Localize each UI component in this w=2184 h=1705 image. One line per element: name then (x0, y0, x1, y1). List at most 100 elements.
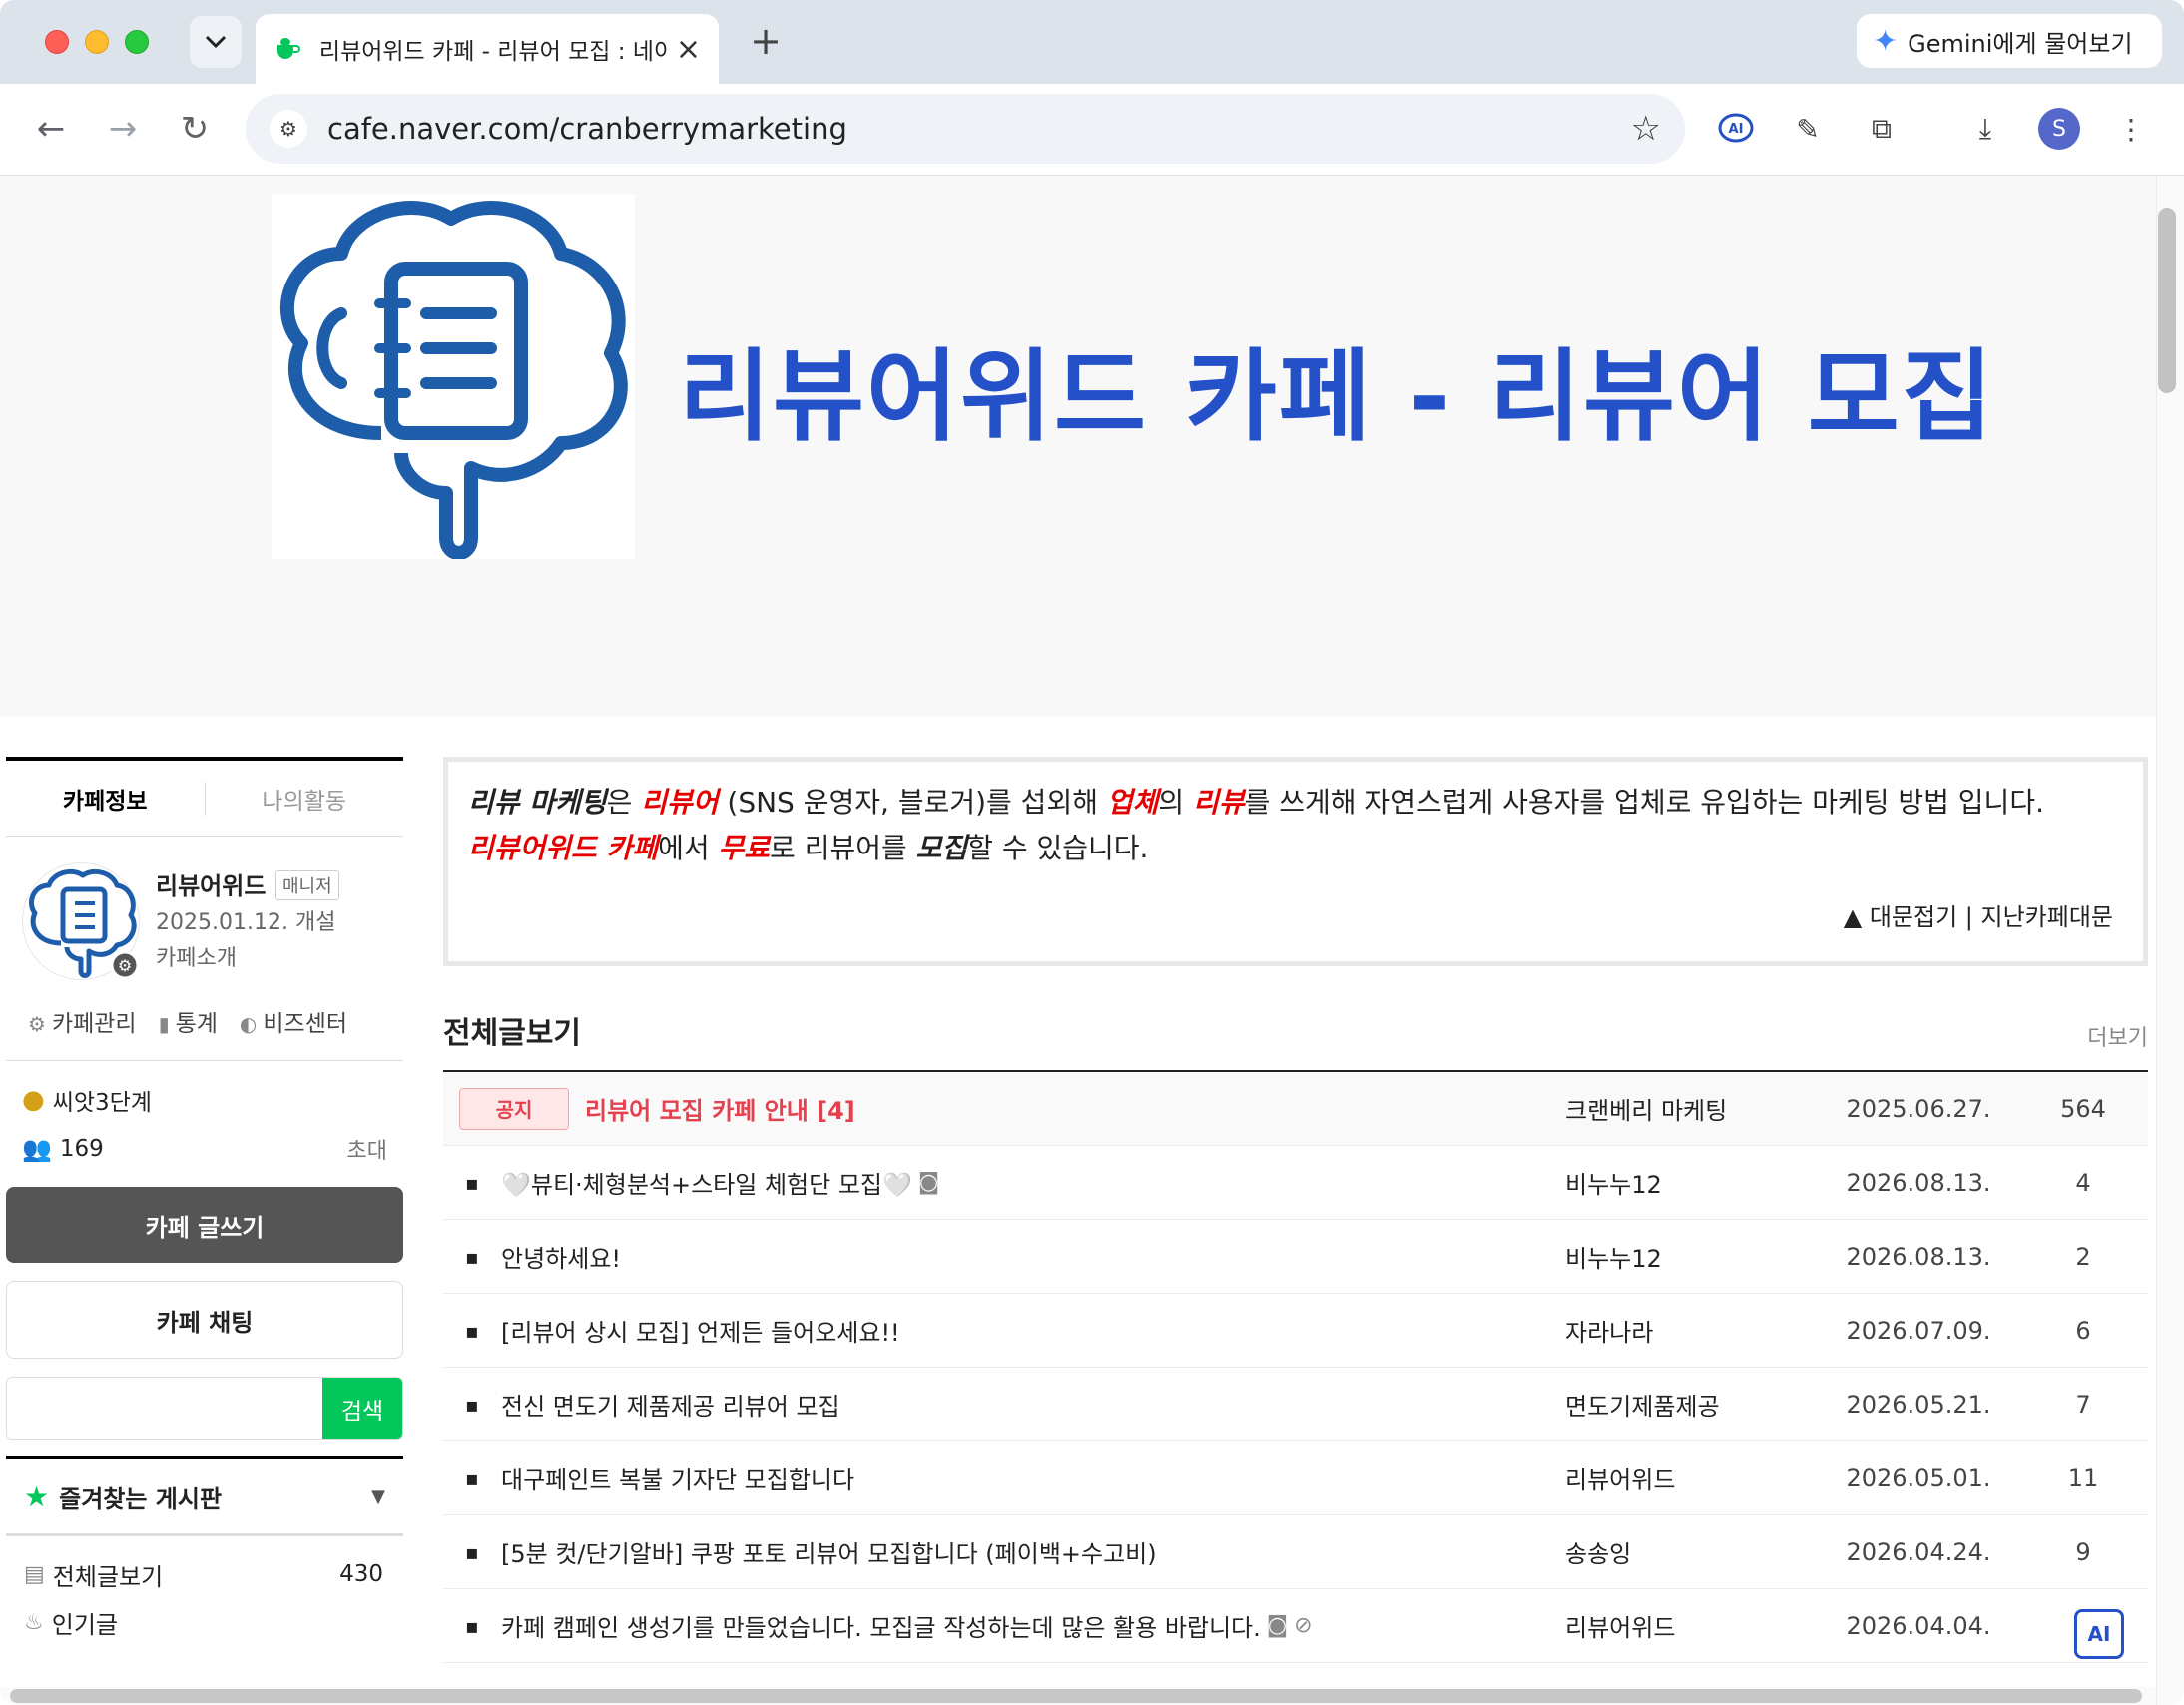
notice-highlight: 리뷰 (1193, 786, 1245, 819)
notice-highlight: 업체 (1106, 786, 1159, 819)
search-button[interactable]: 검색 (322, 1378, 402, 1439)
cafe-search: 검색 (6, 1377, 403, 1440)
bullet: ▪ (465, 1244, 479, 1269)
active-tab[interactable]: 리뷰어위드 카페 - 리뷰어 모집 : 네이버 카페 × (256, 14, 719, 84)
download-icon[interactable]: ⤓ (1962, 106, 2008, 152)
more-link[interactable]: 더보기 (2087, 1020, 2148, 1052)
stats-link[interactable]: ▮ 통계 (159, 1004, 218, 1038)
list-title[interactable]: 전체글보기 (443, 1008, 581, 1052)
board-name: 인기글 (51, 1610, 118, 1639)
notice-badge: 공지 (459, 1087, 569, 1130)
notice-line-1: 리뷰 마케팅은 리뷰어 (SNS 운영자, 블로거)를 섭외해 업체의 리뷰를 … (468, 780, 2123, 826)
gemini-button[interactable]: ✦ Gemini에게 물어보기 (1857, 14, 2162, 68)
cafe-front-notice: 리뷰 마케팅은 리뷰어 (SNS 운영자, 블로거)를 섭외해 업체의 리뷰를 … (443, 757, 2148, 966)
tab-my-activity[interactable]: 나의활동 (204, 781, 404, 816)
cafe-manage-label: 카페관리 (51, 1011, 137, 1037)
article-title[interactable]: 카페 캠페인 생성기를 만들었습니다. 모집글 작성하는데 많은 활용 바랍니다… (501, 1608, 1261, 1643)
seed-level-icon: ● (22, 1085, 45, 1115)
minimize-window-button[interactable] (85, 30, 109, 54)
ai-extension-icon[interactable]: AI (1713, 106, 1759, 152)
back-arrow-icon[interactable]: ← (26, 104, 76, 154)
vertical-scroll-thumb[interactable] (2158, 208, 2176, 393)
banner-title: 리뷰어위드 카페 - 리뷰어 모집 (679, 338, 1995, 455)
browser-toolbar: ← → ↻ ⚙ cafe.naver.com/cranberrymarketin… (0, 84, 2184, 176)
sidebar-tabs: 카페정보 나의활동 (6, 757, 403, 837)
article-author[interactable]: 리뷰어위드 (1559, 1608, 1819, 1643)
caret-down-icon[interactable]: ▼ (371, 1486, 385, 1507)
cafe-write-button[interactable]: 카페 글쓰기 (6, 1187, 403, 1263)
article-title[interactable]: [리뷰어 상시 모집] 언제든 들어오세요!! (501, 1313, 900, 1348)
cafe-level[interactable]: 씨앗3단계 (53, 1083, 152, 1117)
board-item-popular[interactable]: ♨ 인기글 (6, 1598, 403, 1646)
document-icon: ▤ (24, 1561, 45, 1587)
extensions-puzzle-icon[interactable]: ⧉ (1859, 106, 1905, 152)
article-author[interactable]: 리뷰어위드 (1559, 1460, 1819, 1495)
cafe-profile: ⚙ 리뷰어위드 매니저 2025.01.12. 개설 카페소개 (6, 862, 403, 982)
table-row: 공지 리뷰어 모집 카페 안내 [4] 크랜베리 마케팅 2025.06.27. … (443, 1072, 2148, 1146)
image-icon: ◙ (917, 1170, 940, 1195)
new-tab-button[interactable]: + (743, 18, 789, 64)
article-title[interactable]: 대구페인트 복불 기자단 모집합니다 (501, 1460, 854, 1495)
close-window-button[interactable] (45, 30, 69, 54)
cafe-chat-button[interactable]: 카페 채팅 (6, 1281, 403, 1359)
article-date: 2026.05.01. (1846, 1463, 1991, 1492)
tab-cafe-info[interactable]: 카페정보 (6, 782, 205, 816)
fold-front-link[interactable]: ▲ 대문접기 | 지난카페대문 (1844, 897, 2113, 932)
tab-search-button[interactable] (190, 16, 242, 68)
more-menu-icon[interactable]: ⋮ (2108, 106, 2154, 152)
gear-icon: ⚙ (28, 1012, 46, 1036)
member-count[interactable]: 169 (60, 1136, 104, 1162)
notice-line-2: 리뷰어위드 카페에서 무료로 리뷰어를 모집할 수 있습니다. (468, 826, 2123, 871)
article-title[interactable]: [5분 컷/단기알바] 쿠팡 포토 리뷰어 모집합니다 (페이백+수고비) (501, 1534, 1157, 1569)
board-item-all[interactable]: ▤ 전체글보기 430 (6, 1550, 403, 1598)
vertical-scrollbar[interactable] (2156, 176, 2184, 1705)
maximize-window-button[interactable] (125, 30, 149, 54)
cafe-intro-link[interactable]: 카페소개 (156, 940, 237, 972)
article-author[interactable]: 비누누12 (1559, 1239, 1819, 1274)
article-author[interactable]: 비누누12 (1559, 1165, 1819, 1200)
cafe-search-input[interactable] (7, 1378, 322, 1439)
cafe-thumbnail[interactable]: ⚙ (22, 862, 140, 980)
reload-icon[interactable]: ↻ (170, 104, 220, 154)
notice-highlight: 리뷰어 (641, 786, 719, 819)
biz-center-link[interactable]: ◐ 비즈센터 (240, 1004, 347, 1038)
notice-text: 은 (606, 786, 642, 819)
article-author[interactable]: 크랜베리 마케팅 (1559, 1091, 1819, 1126)
article-title[interactable]: 🤍뷰티·체형분석+스타일 체험단 모집🤍 (501, 1165, 912, 1200)
horizontal-scroll-thumb[interactable] (10, 1689, 2142, 1703)
tab-strip: 리뷰어위드 카페 - 리뷰어 모집 : 네이버 카페 × + ✦ Gemini에… (0, 0, 2184, 84)
article-author[interactable]: 자라나라 (1559, 1313, 1819, 1348)
ai-floating-button[interactable]: AI (2074, 1609, 2124, 1659)
close-icon[interactable]: × (676, 32, 701, 67)
article-date: 2026.05.21. (1846, 1390, 1991, 1419)
article-title[interactable]: 리뷰어 모집 카페 안내 [4] (585, 1091, 855, 1126)
invite-link[interactable]: 초대 (347, 1133, 387, 1165)
article-title[interactable]: 전신 면도기 제품제공 리뷰어 모집 (501, 1387, 840, 1421)
article-views: 564 (2060, 1094, 2106, 1123)
notice-text: (SNS 운영자, 블로거)를 섭외해 (718, 786, 1107, 819)
url-text[interactable]: cafe.naver.com/cranberrymarketing (327, 112, 1631, 146)
address-bar[interactable]: ⚙ cafe.naver.com/cranberrymarketing ☆ (246, 94, 1685, 164)
table-row: ▪ [리뷰어 상시 모집] 언제든 들어오세요!! 자라나라 2026.07.09… (443, 1294, 2148, 1368)
notice-text: 할 수 있습니다. (967, 832, 1149, 864)
article-title[interactable]: 안녕하세요! (501, 1239, 621, 1274)
biz-icon: ◐ (239, 1012, 258, 1036)
article-date: 2025.06.27. (1846, 1094, 1991, 1123)
article-author[interactable]: 면도기제품제공 (1559, 1387, 1819, 1421)
pen-extension-icon[interactable]: ✎ (1785, 106, 1831, 152)
cafe-name[interactable]: 리뷰어위드 (156, 866, 266, 901)
bullet: ▪ (465, 1318, 479, 1343)
site-settings-icon[interactable]: ⚙ (270, 110, 307, 148)
forward-arrow-icon[interactable]: → (98, 104, 148, 154)
cafe-logo (272, 194, 635, 560)
table-row: ▪ 카페 캠페인 생성기를 만들었습니다. 모집글 작성하는데 많은 활용 바랍니… (443, 1589, 2148, 1663)
brain-notebook-logo-icon: ⚙ (29, 868, 140, 980)
cafe-manage-link[interactable]: ⚙ 카페관리 (28, 1004, 137, 1038)
brain-notebook-logo-icon (279, 200, 628, 560)
article-author[interactable]: 송송잉 (1559, 1534, 1819, 1569)
manager-badge: 매니저 (275, 870, 339, 900)
profile-avatar[interactable]: S (2038, 108, 2080, 150)
bookmark-star-icon[interactable]: ☆ (1631, 109, 1661, 149)
article-views: 2 (2075, 1242, 2091, 1271)
favorite-boards-header[interactable]: ★ 즐겨찾는 게시판 ▼ (6, 1456, 403, 1536)
